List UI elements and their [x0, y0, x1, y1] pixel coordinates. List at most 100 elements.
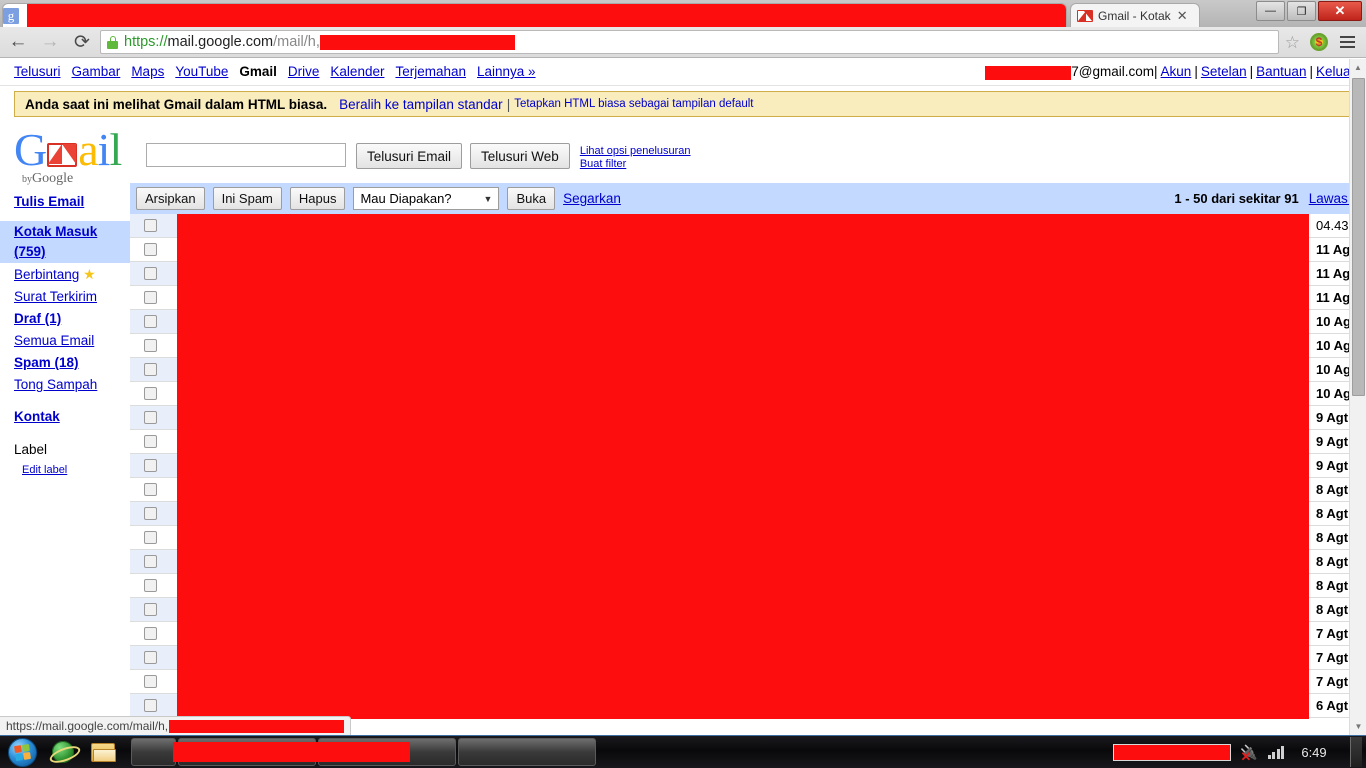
- task-button[interactable]: [131, 738, 176, 766]
- forward-icon[interactable]: →: [36, 28, 64, 56]
- lock-icon: [107, 35, 118, 49]
- search-web-button[interactable]: Telusuri Web: [470, 143, 570, 169]
- logo-letter-a: a: [78, 124, 98, 175]
- account-link-akun[interactable]: Akun: [1161, 64, 1192, 79]
- task-button[interactable]: [458, 738, 596, 766]
- message-checkbox[interactable]: [144, 579, 157, 592]
- address-bar[interactable]: https://mail.google.com/mail/h,: [100, 30, 1279, 54]
- message-checkbox[interactable]: [144, 603, 157, 616]
- message-checkbox[interactable]: [144, 387, 157, 400]
- message-checkbox[interactable]: [144, 675, 157, 688]
- star-icon: ★: [83, 266, 96, 282]
- sidebar-item-drafts[interactable]: Draf (1): [14, 308, 130, 330]
- tab-strip: g Gmail - Kotak ✕ — ❐ ✕: [0, 0, 1366, 27]
- internet-explorer-icon[interactable]: [45, 737, 81, 767]
- message-checkbox[interactable]: [144, 291, 157, 304]
- tab-title: Gmail - Kotak: [1098, 8, 1171, 23]
- reload-icon[interactable]: ⟳: [68, 28, 96, 56]
- message-date: 8 Agt: [1316, 578, 1349, 593]
- create-filter-link[interactable]: Buat filter: [580, 158, 691, 171]
- sidebar-item-starred[interactable]: Berbintang ★: [14, 263, 130, 286]
- sidebar-item-trash[interactable]: Tong Sampah: [14, 374, 130, 396]
- mail-table: 04.43 11 Agt 11 Agt 11 Agt 10 Agt 10 Agt 10 Ag…: [130, 214, 1366, 719]
- message-checkbox[interactable]: [144, 699, 157, 712]
- message-checkbox[interactable]: [144, 243, 157, 256]
- banner-link-default-html[interactable]: Tetapkan HTML biasa sebagai tampilan def…: [514, 98, 753, 110]
- signal-strength-icon[interactable]: [1267, 745, 1284, 759]
- more-actions-select[interactable]: Mau Diapakan? ▼: [353, 187, 500, 210]
- message-checkbox[interactable]: [144, 411, 157, 424]
- gbar-link-maps[interactable]: Maps: [131, 64, 164, 79]
- gmail-envelope-icon: [47, 143, 78, 167]
- message-checkbox[interactable]: [144, 339, 157, 352]
- table-row: [130, 550, 177, 574]
- message-checkbox[interactable]: [144, 315, 157, 328]
- gbar-link-terjemahan[interactable]: Terjemahan: [395, 64, 466, 79]
- bookmark-star-icon[interactable]: ☆: [1285, 34, 1300, 51]
- message-checkbox[interactable]: [144, 219, 157, 232]
- message-checkbox[interactable]: [144, 627, 157, 640]
- google-favicon-icon: g: [3, 7, 19, 24]
- sidebar-item-all-mail[interactable]: Semua Email: [14, 330, 130, 352]
- scroll-down-icon[interactable]: ▼: [1350, 718, 1366, 735]
- sidebar-item-label: Tulis Email: [14, 194, 85, 209]
- gbar-link-telusuri[interactable]: Telusuri: [14, 64, 61, 79]
- gmail-logo[interactable]: Gail byGoogle: [14, 127, 146, 187]
- message-checkbox[interactable]: [144, 507, 157, 520]
- message-checkbox[interactable]: [144, 459, 157, 472]
- url-scheme: https://: [124, 34, 168, 50]
- hamburger-menu-icon[interactable]: [1336, 31, 1358, 53]
- message-checkbox[interactable]: [144, 363, 157, 376]
- clock[interactable]: 6:49: [1294, 745, 1334, 760]
- gbar-link-lainnya[interactable]: Lainnya »: [477, 64, 536, 79]
- account-link-bantuan[interactable]: Bantuan: [1256, 64, 1306, 79]
- start-button[interactable]: [3, 737, 41, 768]
- archive-button[interactable]: Arsipkan: [136, 187, 205, 210]
- gbar-link-drive[interactable]: Drive: [288, 64, 320, 79]
- message-checkbox[interactable]: [144, 483, 157, 496]
- message-checkbox[interactable]: [144, 531, 157, 544]
- message-checkbox[interactable]: [144, 435, 157, 448]
- minimize-button[interactable]: —: [1256, 1, 1285, 21]
- sidebar-item-spam[interactable]: Spam (18): [14, 352, 130, 374]
- sidebar-item-inbox[interactable]: Kotak Masuk (759): [0, 221, 132, 263]
- sidebar-item-contacts[interactable]: Kontak: [14, 406, 130, 428]
- close-window-button[interactable]: ✕: [1318, 1, 1362, 21]
- back-icon[interactable]: ←: [4, 28, 32, 56]
- gbar-link-gambar[interactable]: Gambar: [72, 64, 121, 79]
- checkbox-column: [130, 214, 177, 718]
- windows-logo-icon: [7, 737, 37, 767]
- open-button[interactable]: Buka: [507, 187, 556, 210]
- gbar-link-kalender[interactable]: Kalender: [330, 64, 384, 79]
- table-row: [130, 622, 177, 646]
- close-icon[interactable]: ✕: [1177, 9, 1188, 22]
- search-options-link[interactable]: Lihat opsi penelusuran: [580, 145, 691, 158]
- gbar-link-youtube[interactable]: YouTube: [175, 64, 228, 79]
- sidebar-item-sent[interactable]: Surat Terkirim: [14, 286, 130, 308]
- browser-tab-redacted[interactable]: g: [2, 3, 1067, 27]
- search-input[interactable]: [146, 143, 346, 167]
- account-link-setelan[interactable]: Setelan: [1201, 64, 1247, 79]
- sidebar-edit-label[interactable]: Edit label: [14, 460, 130, 480]
- power-plug-icon[interactable]: 🔌 ✕: [1240, 744, 1257, 763]
- message-checkbox[interactable]: [144, 555, 157, 568]
- table-row: [130, 574, 177, 598]
- maximize-button[interactable]: ❐: [1287, 1, 1316, 21]
- message-date: 9 Agt: [1316, 458, 1349, 473]
- search-email-button[interactable]: Telusuri Email: [356, 143, 463, 169]
- banner-link-standard-view[interactable]: Beralih ke tampilan standar: [339, 97, 503, 112]
- scrollbar-thumb[interactable]: [1352, 78, 1365, 396]
- show-desktop-button[interactable]: [1350, 737, 1362, 767]
- message-checkbox[interactable]: [144, 651, 157, 664]
- money-gear-icon[interactable]: [1308, 31, 1330, 53]
- page-scrollbar[interactable]: ▲ ▼: [1349, 59, 1366, 735]
- refresh-link[interactable]: Segarkan: [563, 191, 621, 206]
- report-spam-button[interactable]: Ini Spam: [212, 187, 282, 210]
- redaction-overlay: [177, 214, 1309, 719]
- sidebar-item-compose[interactable]: Tulis Email: [14, 191, 130, 213]
- file-explorer-icon[interactable]: [85, 737, 121, 767]
- message-checkbox[interactable]: [144, 267, 157, 280]
- scroll-up-icon[interactable]: ▲: [1350, 59, 1366, 76]
- delete-button[interactable]: Hapus: [289, 187, 346, 210]
- browser-tab-gmail[interactable]: Gmail - Kotak ✕: [1070, 3, 1200, 27]
